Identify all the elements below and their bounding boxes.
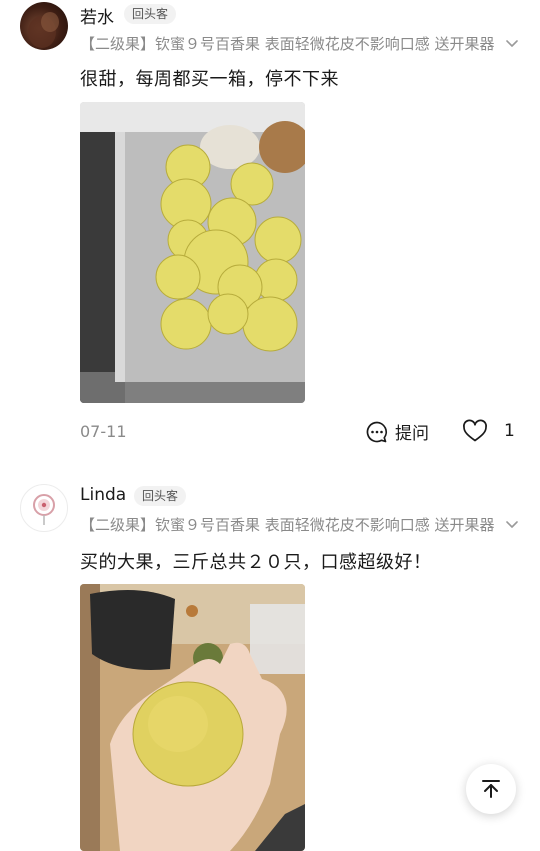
like-count: 1 xyxy=(504,421,515,441)
heart-icon xyxy=(463,419,487,442)
arrow-up-to-top-icon xyxy=(482,780,500,798)
avatar[interactable] xyxy=(20,2,68,50)
review-text: 很甜，每周都买一箱，停不下来 xyxy=(80,69,339,90)
review-date: 07-11 xyxy=(80,422,127,441)
like-button[interactable]: 1 xyxy=(462,419,515,443)
ask-button[interactable]: 提问 xyxy=(365,419,429,444)
repeat-customer-badge: 回头客 xyxy=(124,4,177,24)
avatar[interactable] xyxy=(20,484,68,532)
product-spec[interactable]: 【二级果】钦蜜９号百香果 表面轻微花皮不影响口感 送开果器 xyxy=(80,514,520,536)
review-photo[interactable] xyxy=(80,584,305,851)
product-spec-text: 【二级果】钦蜜９号百香果 表面轻微花皮不影响口感 送开果器 xyxy=(80,516,495,534)
review-photo[interactable] xyxy=(80,102,305,403)
chevron-down-icon xyxy=(506,40,518,47)
repeat-customer-badge: 回头客 xyxy=(134,486,187,506)
question-bubble-icon xyxy=(366,421,388,442)
product-spec-text: 【二级果】钦蜜９号百香果 表面轻微花皮不影响口感 送开果器 xyxy=(80,35,495,53)
ask-label: 提问 xyxy=(395,424,429,444)
reviewer-name: 若水 xyxy=(80,8,114,28)
review-text: 买的大果，三斤总共２０只，口感超级好！ xyxy=(80,552,432,573)
back-to-top-button[interactable] xyxy=(466,764,516,814)
product-spec[interactable]: 【二级果】钦蜜９号百香果 表面轻微花皮不影响口感 送开果器 xyxy=(80,33,520,55)
reviewer-name: Linda xyxy=(80,485,127,505)
chevron-down-icon xyxy=(506,521,518,528)
